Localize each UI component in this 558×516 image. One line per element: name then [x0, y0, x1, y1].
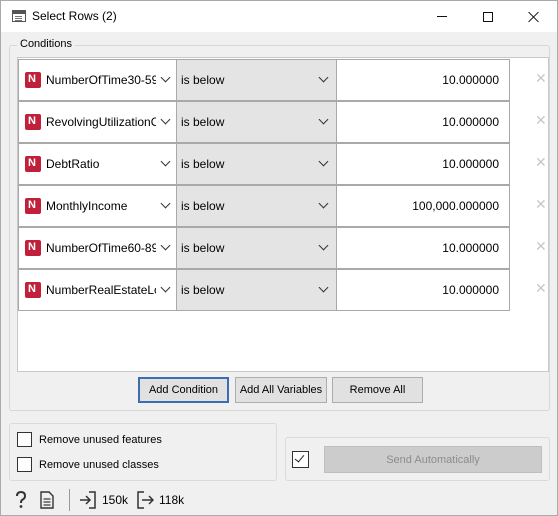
operator-select[interactable]: is below: [177, 185, 353, 227]
operator-label: is below: [181, 73, 225, 87]
operator-select[interactable]: is below: [177, 227, 353, 269]
maximize-button[interactable]: [465, 1, 511, 32]
numeric-variable-icon: [25, 240, 41, 256]
title-bar: Select Rows (2): [1, 1, 557, 32]
chevron-down-icon: [160, 115, 172, 127]
minimize-button[interactable]: [419, 1, 465, 32]
variable-select[interactable]: RevolvingUtilizationOfUnsecuredLines: [18, 101, 177, 143]
numeric-variable-icon: [25, 72, 41, 88]
remove-unused-features-label: Remove unused features: [39, 434, 162, 446]
operator-label: is below: [181, 283, 225, 297]
variable-label: DebtRatio: [46, 157, 100, 171]
close-icon: [528, 11, 540, 23]
value-input[interactable]: 10.000000: [336, 143, 510, 185]
numeric-variable-icon: [25, 156, 41, 172]
remove-condition-icon[interactable]: ✕: [535, 113, 547, 127]
numeric-variable-icon: [25, 282, 41, 298]
operator-label: is below: [181, 115, 225, 129]
variable-label: MonthlyIncome: [46, 199, 128, 213]
chevron-down-icon: [318, 283, 330, 295]
variable-label: RevolvingUtilizationOfUnsecuredLines: [46, 115, 156, 129]
chevron-down-icon: [160, 157, 172, 169]
send-automatically-button[interactable]: Send Automatically: [324, 446, 542, 473]
value-input[interactable]: 10.000000: [336, 227, 510, 269]
input-data-icon: [79, 491, 97, 509]
numeric-variable-icon: [25, 198, 41, 214]
chevron-down-icon: [160, 199, 172, 211]
window-app-icon: [12, 10, 26, 22]
add-condition-button[interactable]: Add Condition: [138, 377, 229, 403]
value-input[interactable]: 10.000000: [336, 269, 510, 311]
value-input[interactable]: 100,000.000000: [336, 185, 510, 227]
output-count: 118k: [159, 493, 185, 507]
chevron-down-icon: [318, 115, 330, 127]
chevron-down-icon: [160, 241, 172, 253]
variable-label: NumberRealEstateLoansOrLines: [46, 283, 156, 297]
operator-label: is below: [181, 241, 225, 255]
status-separator: [69, 489, 70, 511]
help-icon[interactable]: [13, 490, 29, 509]
remove-all-button[interactable]: Remove All: [332, 377, 423, 403]
conditions-group-label: Conditions: [17, 38, 75, 50]
send-automatically-checkbox[interactable]: [292, 451, 309, 468]
operator-select[interactable]: is below: [177, 101, 353, 143]
chevron-down-icon: [160, 283, 172, 295]
value-input[interactable]: 10.000000: [336, 59, 510, 101]
operator-select[interactable]: is below: [177, 59, 353, 101]
chevron-down-icon: [160, 73, 172, 85]
variable-select[interactable]: MonthlyIncome: [18, 185, 177, 227]
remove-condition-icon[interactable]: ✕: [535, 155, 547, 169]
chevron-down-icon: [318, 199, 330, 211]
value-input[interactable]: 10.000000: [336, 101, 510, 143]
remove-condition-icon[interactable]: ✕: [535, 71, 547, 85]
variable-label: NumberOfTime30-59DaysPastDueNotWorse: [46, 73, 156, 87]
remove-condition-icon[interactable]: ✕: [535, 197, 547, 211]
remove-condition-icon[interactable]: ✕: [535, 281, 547, 295]
window-title: Select Rows (2): [32, 9, 117, 23]
options-panel: [9, 423, 277, 481]
operator-select[interactable]: is below: [177, 143, 353, 185]
remove-unused-classes-checkbox[interactable]: [17, 457, 32, 472]
remove-condition-icon[interactable]: ✕: [535, 239, 547, 253]
chevron-down-icon: [318, 157, 330, 169]
chevron-down-icon: [318, 241, 330, 253]
operator-select[interactable]: is below: [177, 269, 353, 311]
operator-label: is below: [181, 199, 225, 213]
close-button[interactable]: [511, 1, 557, 32]
maximize-icon: [483, 11, 493, 22]
variable-select[interactable]: NumberOfTime60-89DaysPastDueNotWorse: [18, 227, 177, 269]
variable-select[interactable]: NumberOfTime30-59DaysPastDueNotWorse: [18, 59, 177, 101]
variable-select[interactable]: NumberRealEstateLoansOrLines: [18, 269, 177, 311]
operator-label: is below: [181, 157, 225, 171]
add-all-variables-button[interactable]: Add All Variables: [235, 377, 327, 403]
minimize-icon: [437, 16, 447, 17]
report-icon[interactable]: [40, 491, 54, 509]
select-rows-window: Select Rows (2) Conditions NumberOfTime3…: [0, 0, 558, 516]
chevron-down-icon: [318, 73, 330, 85]
checkmark-icon: [294, 452, 305, 463]
remove-unused-classes-label: Remove unused classes: [39, 459, 159, 471]
numeric-variable-icon: [25, 114, 41, 130]
input-count: 150k: [102, 493, 129, 507]
output-data-icon: [136, 491, 155, 509]
variable-select[interactable]: DebtRatio: [18, 143, 177, 185]
remove-unused-features-checkbox[interactable]: [17, 432, 32, 447]
variable-label: NumberOfTime60-89DaysPastDueNotWorse: [46, 241, 156, 255]
